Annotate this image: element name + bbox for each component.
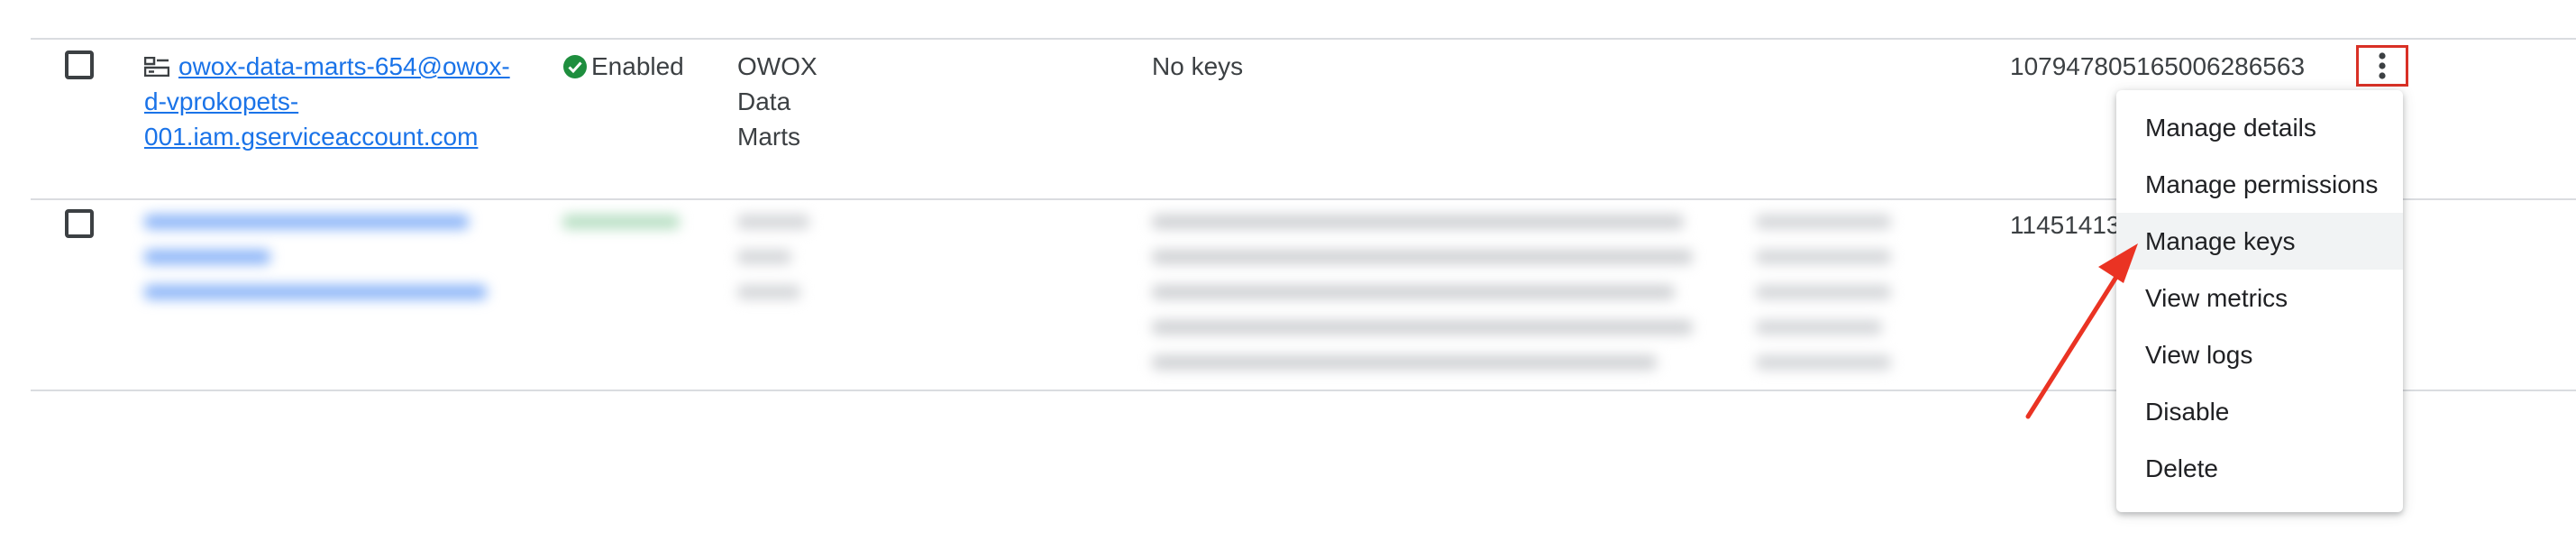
redacted-name [737, 215, 809, 320]
redacted-keys [1152, 215, 1693, 390]
service-account-email-link[interactable]: owox-data-marts-654@owox-d-vprokopets- 00… [144, 52, 510, 151]
display-name-line: Marts [737, 123, 800, 151]
check-circle-icon [563, 54, 587, 78]
more-vert-icon [2379, 52, 2386, 79]
redacted-key-dates [1756, 215, 1891, 390]
menu-item-view-metrics[interactable]: View metrics [2116, 270, 2403, 326]
redacted-status [562, 215, 680, 250]
redacted-email [144, 215, 487, 320]
service-account-icon [144, 57, 169, 77]
display-name: OWOX Data Marts [737, 49, 863, 154]
table-divider-top [31, 38, 2576, 40]
oauth-client-id: 107947805165006286563 [2010, 52, 2306, 80]
row-select-checkbox[interactable] [65, 209, 94, 238]
menu-item-disable[interactable]: Disable [2116, 383, 2403, 440]
keys-cell: No keys [1152, 52, 1244, 80]
menu-item-delete[interactable]: Delete [2116, 440, 2403, 497]
menu-item-manage-details[interactable]: Manage details [2116, 99, 2403, 156]
menu-item-manage-permissions[interactable]: Manage permissions [2116, 156, 2403, 213]
menu-item-view-logs[interactable]: View logs [2116, 326, 2403, 383]
status-cell: Enabled [562, 49, 684, 84]
row-actions-menu: Manage details Manage permissions Manage… [2116, 90, 2403, 512]
row-actions-button[interactable] [2356, 45, 2408, 87]
display-name-line: Data [737, 87, 791, 115]
menu-item-manage-keys[interactable]: Manage keys [2116, 213, 2403, 270]
row-select-checkbox[interactable] [65, 50, 94, 79]
status-label: Enabled [591, 52, 684, 80]
service-account-email: owox-data-marts-654@owox-d-vprokopets- 00… [144, 49, 523, 154]
display-name-line: OWOX [737, 52, 818, 80]
